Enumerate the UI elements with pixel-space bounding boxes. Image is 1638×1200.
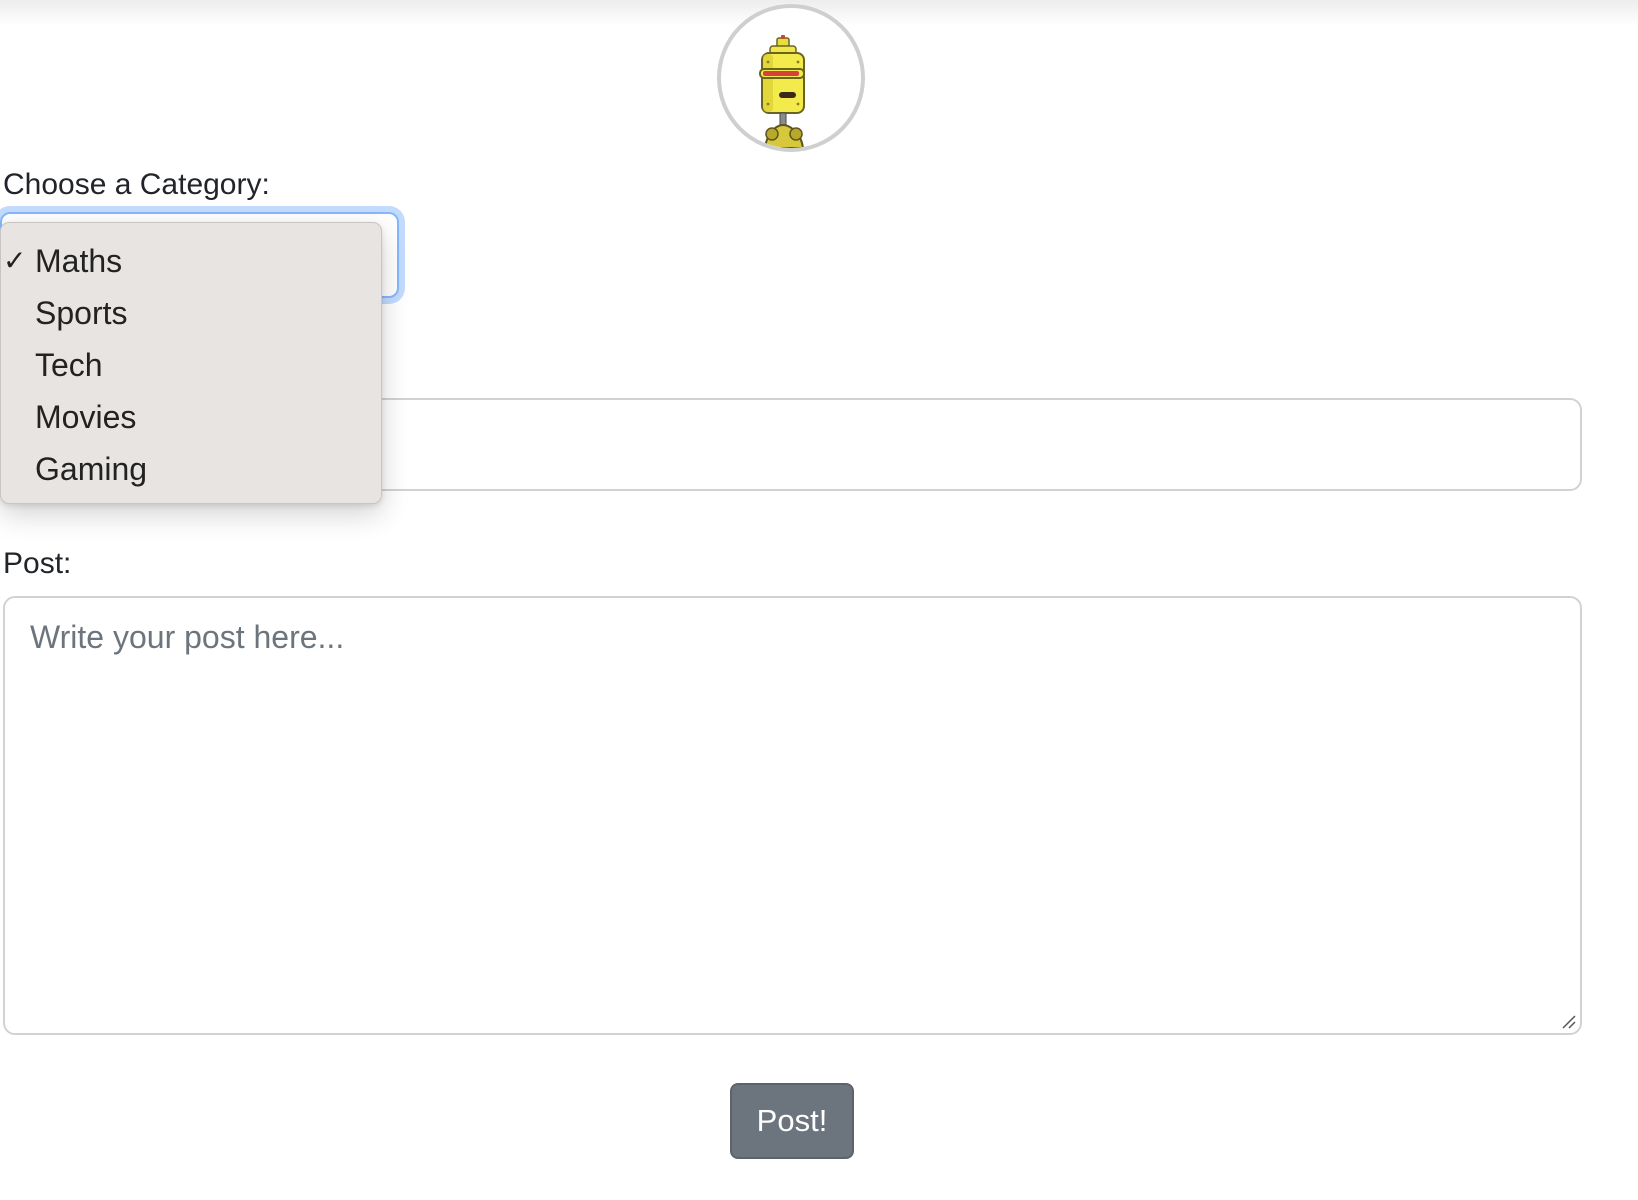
dropdown-option-sports[interactable]: Sports [1, 287, 381, 339]
dropdown-option-gaming[interactable]: Gaming [1, 443, 381, 495]
dropdown-option-tech[interactable]: Tech [1, 339, 381, 391]
post-placeholder: Write your post here... [30, 619, 345, 655]
dropdown-option-label: Maths [35, 243, 123, 279]
post-form-page: Choose a Category: Post: Write your post… [0, 0, 1638, 1200]
resize-grip-icon[interactable] [1560, 1013, 1576, 1029]
post-label: Post: [3, 547, 72, 580]
dropdown-option-label: Sports [35, 295, 128, 331]
checkmark-icon: ✓ [3, 245, 27, 276]
category-dropdown-menu: ✓ Maths Sports Tech Movies Gaming [0, 222, 382, 504]
dropdown-option-label: Gaming [35, 451, 148, 487]
avatar [717, 4, 865, 152]
dropdown-option-maths[interactable]: ✓ Maths [1, 235, 381, 287]
dropdown-option-movies[interactable]: Movies [1, 391, 381, 443]
dropdown-option-label: Movies [35, 399, 137, 435]
post-textarea[interactable]: Write your post here... [3, 596, 1582, 1035]
dropdown-option-label: Tech [35, 347, 103, 383]
category-label: Choose a Category: [3, 168, 270, 201]
post-button[interactable]: Post! [730, 1083, 854, 1159]
robot-avatar-icon [759, 35, 805, 148]
